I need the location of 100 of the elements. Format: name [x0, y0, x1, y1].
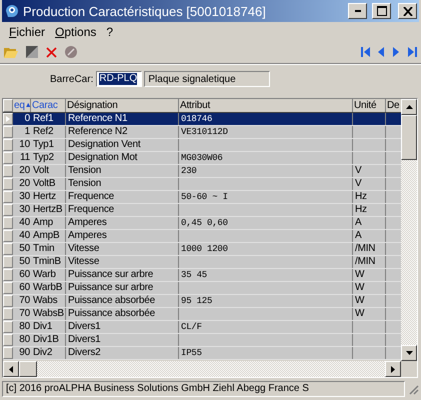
row-selector[interactable]: [3, 113, 13, 125]
table-cell: Frequence: [66, 204, 179, 216]
menu-item[interactable]: Options: [50, 25, 102, 39]
table-cell-text: 10: [18, 139, 31, 151]
table-cell-text: 40: [18, 217, 31, 229]
last-record-icon[interactable]: [408, 47, 417, 57]
row-selector[interactable]: [3, 321, 13, 333]
scroll-left-button[interactable]: [3, 361, 19, 377]
up-arrow-icon: [406, 105, 412, 109]
table-cell: Ref2: [31, 126, 66, 138]
input-field[interactable]: RD-PLQ: [96, 71, 142, 87]
scroll-right-button[interactable]: [385, 361, 401, 377]
field-label: BarreCar:: [50, 74, 94, 84]
table-cell-text: 90: [18, 347, 31, 359]
menu-item[interactable]: ?: [101, 25, 118, 39]
table-cell: AmpB: [31, 230, 66, 242]
table-cell: /MIN: [353, 243, 386, 255]
table-cell: IP55: [179, 347, 353, 359]
table-cell: Div1: [31, 321, 66, 333]
table-cell-text: 0: [24, 113, 31, 125]
row-selector[interactable]: [3, 269, 13, 281]
description-field: Plaque signaletique: [144, 71, 270, 87]
app-icon: [4, 3, 20, 19]
table-cell: Wabs: [31, 295, 66, 307]
table-cell-text: 30: [18, 191, 31, 203]
row-selector[interactable]: [3, 308, 13, 320]
table-cell: Hz: [353, 191, 386, 203]
maximize-button[interactable]: [372, 3, 391, 19]
scrollbar-thumb[interactable]: [19, 361, 37, 377]
row-selector[interactable]: [3, 230, 13, 242]
table-cell: 230: [179, 165, 353, 177]
table-cell: Divers1: [66, 321, 179, 333]
window-title: Production Caractéristiques [5001018746]: [23, 4, 267, 18]
table-cell: Div1B: [31, 334, 66, 346]
table-cell: WarbB: [31, 282, 66, 294]
table-cell: Frequence: [66, 191, 179, 203]
menu-item[interactable]: Fichier: [4, 25, 50, 39]
row-selector[interactable]: [3, 139, 13, 151]
row-selector[interactable]: [3, 347, 13, 359]
row-pointer-icon: [6, 116, 10, 122]
next-record-icon[interactable]: [393, 47, 400, 57]
row-selector[interactable]: [3, 126, 13, 138]
table-cell-text: 70: [18, 295, 31, 307]
row-selector[interactable]: [3, 217, 13, 229]
first-record-icon[interactable]: [361, 47, 370, 57]
row-selector[interactable]: [3, 282, 13, 294]
row-selector[interactable]: [3, 204, 13, 216]
table-cell-text: 60: [18, 269, 31, 281]
table-cell: Divers2: [66, 347, 179, 359]
row-selector[interactable]: [3, 178, 13, 190]
column-header[interactable]: Désignation: [66, 99, 179, 112]
down-arrow-icon: [406, 351, 412, 355]
resize-grip-icon[interactable]: [407, 382, 419, 394]
row-selector[interactable]: [3, 243, 13, 255]
previous-record-icon[interactable]: [378, 47, 385, 57]
left-arrow-icon: [9, 366, 13, 372]
table-cell-text: 11: [19, 152, 31, 164]
table-cell: W: [353, 282, 386, 294]
minimize-icon: [354, 10, 360, 12]
scrollbar-thumb[interactable]: [401, 115, 417, 160]
table-cell-text: 80: [18, 334, 31, 346]
table-cell: Puissance sur arbre: [66, 282, 179, 294]
column-header[interactable]: Unité: [353, 99, 386, 112]
table-cell: /MIN: [353, 256, 386, 268]
scroll-down-button[interactable]: [401, 345, 417, 361]
table-cell: 1000 1200: [179, 243, 353, 255]
table-cell-text: 1: [24, 126, 31, 138]
row-selector[interactable]: [3, 191, 13, 203]
table-cell: Vitesse: [66, 243, 179, 255]
table-cell: 95 125: [179, 295, 353, 307]
table-cell: Typ2: [31, 152, 66, 164]
column-header[interactable]: Attribut: [179, 99, 353, 112]
row-selector[interactable]: [3, 256, 13, 268]
scroll-up-button[interactable]: [401, 99, 417, 115]
table-cell: W: [353, 308, 386, 320]
row-selector[interactable]: [3, 152, 13, 164]
table-cell: Reference N2: [66, 126, 179, 138]
table-cell: VoltB: [31, 178, 66, 190]
save-icon[interactable]: [26, 46, 38, 58]
table-cell: Vitesse: [66, 256, 179, 268]
table-cell-text: 20: [18, 178, 31, 190]
table-cell: Ref1: [31, 113, 66, 125]
table-cell: VE310112D: [179, 126, 353, 138]
table-cell: Designation Vent: [66, 139, 179, 151]
close-button[interactable]: [398, 3, 417, 19]
table-cell: Warb: [31, 269, 66, 281]
row-selector[interactable]: [3, 295, 13, 307]
row-selector[interactable]: [3, 334, 13, 346]
table-cell-text: 70: [18, 308, 31, 320]
maximize-icon: [376, 6, 386, 16]
table-cell: HertzB: [31, 204, 66, 216]
column-header[interactable]: Carac: [31, 99, 66, 112]
table-cell-text: 60: [18, 282, 31, 294]
table-cell-text: 40: [18, 230, 31, 242]
delete-icon[interactable]: [46, 46, 57, 58]
minimize-button[interactable]: [348, 3, 367, 19]
row-selector[interactable]: [3, 165, 13, 177]
cancel-icon[interactable]: [65, 46, 77, 58]
table-cell: Typ1: [31, 139, 66, 151]
table-cell-text: 20: [18, 165, 31, 177]
